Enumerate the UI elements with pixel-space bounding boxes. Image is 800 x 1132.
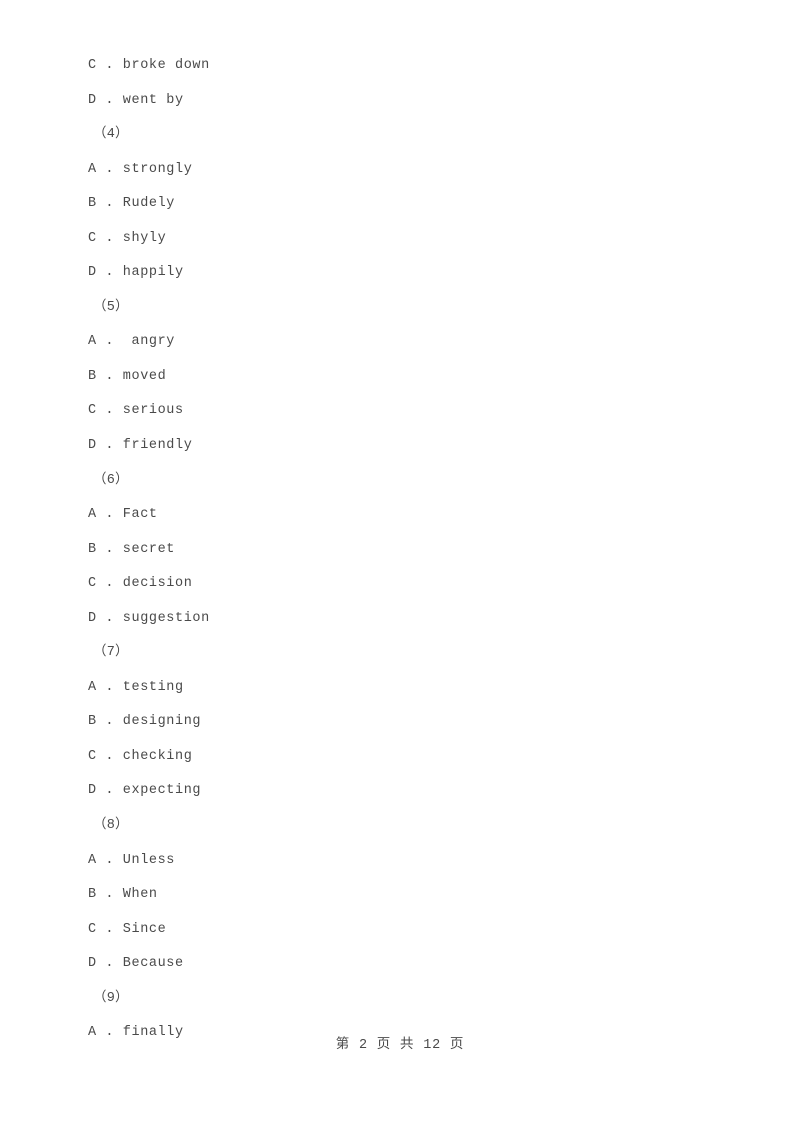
answer-option: A . strongly [88, 161, 193, 177]
answer-option: B . designing [88, 714, 202, 730]
answer-option: C . decision [88, 576, 193, 592]
answer-option: B . secret [88, 541, 176, 557]
page-footer: 第 2 页 共 12 页 [335, 1038, 465, 1053]
answer-option: A . Unless [88, 852, 176, 868]
answer-option: D . suggestion [88, 610, 210, 626]
question-option-list: C . broke down D . went by （4） A . strongly… [88, 49, 708, 1051]
question-number: （6） [93, 472, 129, 488]
answer-option: C . checking [88, 748, 193, 764]
answer-option: B . moved [88, 368, 167, 384]
document-page: C . broke down D . went by （4） A . strongly… [0, 0, 800, 1132]
question-number: （8） [93, 818, 129, 834]
answer-option: A . Fact [88, 507, 158, 523]
question-number: （7） [93, 645, 129, 661]
answer-option: C . broke down [88, 58, 210, 73]
answer-option: D . Because [88, 956, 184, 972]
answer-option: B . Rudely [88, 196, 176, 212]
answer-option: D . happily [88, 265, 184, 281]
answer-option: D . friendly [88, 438, 193, 454]
question-number: （5） [93, 299, 129, 315]
question-number: （4） [93, 127, 129, 143]
answer-option: B . When [88, 887, 158, 903]
answer-option: A . angry [88, 334, 176, 350]
answer-option: D . went by [88, 92, 184, 108]
question-number: （9） [93, 990, 129, 1006]
answer-option: D . expecting [88, 783, 202, 799]
answer-option: A . testing [88, 679, 184, 695]
answer-option: C . shyly [88, 230, 167, 246]
answer-option: C . serious [88, 403, 184, 419]
answer-option: C . Since [88, 921, 167, 937]
